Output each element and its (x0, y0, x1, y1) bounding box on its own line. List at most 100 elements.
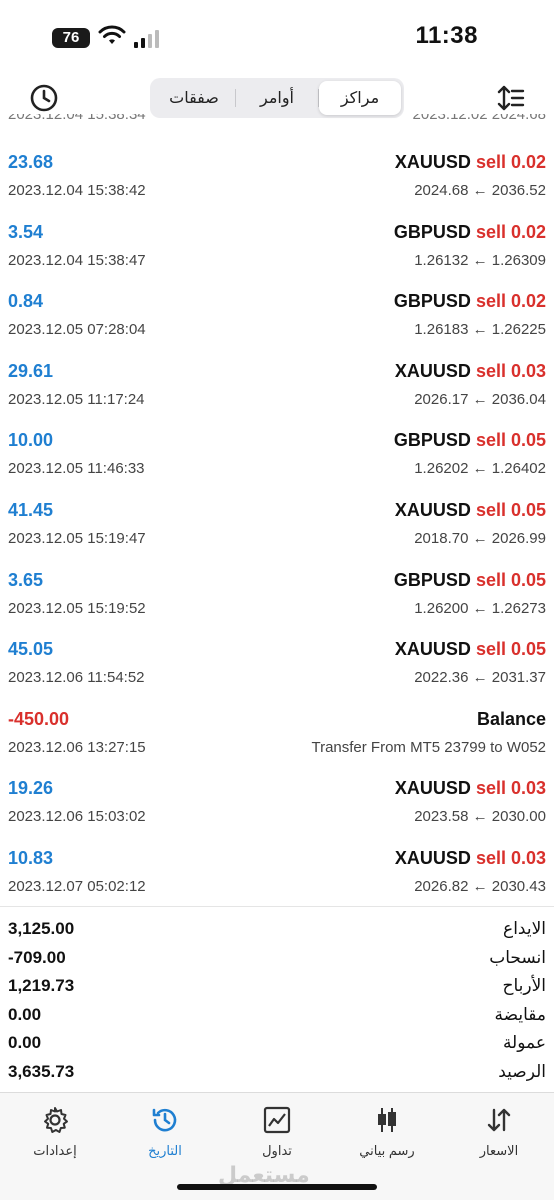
summary-label: الأرباح (502, 976, 546, 996)
deal-header: Balance (477, 709, 546, 730)
deal-profit: 3.65 (8, 569, 44, 590)
candlestick-icon (378, 1108, 396, 1132)
deal-profit: 0.84 (8, 291, 44, 312)
deal-row[interactable]: 29.61 2023.12.05 11:17:24 XAUUSD sell 0.03… (0, 359, 554, 429)
deal-prices: 1.26132 ← 1.26309 (414, 251, 546, 269)
deal-time: 2023.12.04 15:38:47 (8, 251, 146, 269)
deal-prices: 2026.17 ← 2036.04 (414, 390, 546, 408)
history-icon (152, 1108, 177, 1132)
deal-symbol: GBPUSD (393, 291, 471, 312)
deal-header: XAUUSD sell 0.03 (395, 848, 546, 869)
partial-prices: 2023.12.02 2024.68 (412, 114, 546, 123)
deal-symbol: XAUUSD (394, 778, 471, 799)
signal-icon (134, 30, 159, 48)
nav-quotes[interactable]: الاسعار (454, 1105, 544, 1159)
summary-row: 3,635.73 الرصيد (0, 1060, 554, 1089)
deal-row[interactable]: -450.00 2023.12.06 13:27:15 Balance Transfe… (0, 707, 554, 777)
summary-label: الايداع (503, 919, 546, 938)
deal-time: 2023.12.06 11:54:52 (8, 669, 145, 687)
deal-time: 2023.12.05 11:46:33 (8, 460, 145, 478)
deal-prices: 2026.82 ← 2030.43 (414, 877, 546, 895)
deal-symbol: XAUUSD (394, 152, 471, 172)
battery-indicator: 76 (52, 28, 90, 48)
deal-symbol: XAUUSD (394, 847, 471, 868)
deal-profit: 23.68 (8, 152, 54, 172)
summary-row: 0.00 عمولة (0, 1031, 554, 1060)
deal-header: GBPUSD sell 0.02 (394, 291, 546, 312)
deal-header: GBPUSD sell 0.02 (394, 222, 546, 243)
deal-prices: 2023.58 ← 2030.00 (414, 808, 546, 826)
deal-prices: 1.26183 ← 1.26225 (414, 321, 546, 339)
deal-side: sell 0.05 (475, 499, 546, 520)
partial-time: 2023.12.04 15:38:34 (8, 114, 146, 123)
deal-profit: 10.83 (8, 847, 54, 868)
clock-icon[interactable] (28, 82, 60, 114)
deal-time: 2023.12.06 15:03:02 (8, 808, 146, 826)
sort-icon[interactable] (496, 83, 526, 113)
partial-deal-row: 2023.12.04 15:38:34 2023.12.02 2024.68 (0, 114, 554, 132)
summary-label: انسحاب (489, 947, 546, 967)
deal-symbol: GBPUSD (393, 430, 471, 451)
nav-chart-label: رسم بياني (359, 1143, 415, 1158)
deal-symbol: XAUUSD (394, 360, 471, 381)
deal-symbol: XAUUSD (394, 499, 471, 520)
deal-row[interactable]: 19.26 2023.12.06 15:03:02 XAUUSD sell 0.03… (0, 776, 554, 846)
deal-profit: 3.54 (8, 221, 44, 242)
deal-time: 2023.12.05 07:28:04 (8, 321, 146, 339)
deal-time: 2023.12.05 11:17:24 (8, 390, 145, 408)
deal-header: XAUUSD sell 0.05 (395, 639, 546, 660)
deal-row[interactable]: 0.84 2023.12.05 07:28:04 GBPUSD sell 0.02 1… (0, 289, 554, 359)
deal-prices: 1.26200 ← 1.26273 (414, 599, 546, 617)
summary-row: 3,125.00 الايداع (0, 917, 554, 946)
summary-label: عمولة (502, 1033, 546, 1053)
deal-row[interactable]: 23.68 2023.12.04 15:38:42 XAUUSD sell 0.02… (0, 150, 554, 220)
deal-profit: 45.05 (8, 639, 54, 660)
deal-prices: Transfer From MT5 23799 to W052 (311, 738, 546, 756)
summary-value: 0.00 (8, 1004, 42, 1024)
deal-row[interactable]: 3.54 2023.12.04 15:38:47 GBPUSD sell 0.02 1… (0, 220, 554, 290)
deal-symbol: GBPUSD (393, 221, 471, 242)
deal-profit: 10.00 (8, 430, 54, 451)
deal-side: sell 0.02 (475, 291, 546, 312)
deal-header: XAUUSD sell 0.05 (395, 500, 546, 521)
deal-profit: -450.00 (8, 708, 70, 729)
nav-chart[interactable]: رسم بياني (342, 1105, 432, 1159)
summary-label: الرصيد (498, 1061, 546, 1081)
deal-symbol: XAUUSD (394, 639, 471, 660)
nav-quotes-label: الاسعار (479, 1143, 519, 1158)
nav-history-label: التاريخ (148, 1143, 182, 1158)
deal-side: sell 0.05 (475, 639, 546, 660)
tab-orders[interactable]: أوامر (236, 81, 318, 115)
summary-row: -709.00 انسحاب (0, 946, 554, 975)
deal-side: sell 0.03 (475, 778, 546, 799)
wifi-icon (98, 25, 126, 44)
deal-symbol: GBPUSD (393, 569, 471, 590)
deal-side: sell 0.02 (475, 221, 546, 242)
deal-time: 2023.12.05 15:19:52 (8, 599, 146, 617)
home-indicator[interactable] (177, 1184, 377, 1190)
deal-row[interactable]: 41.45 2023.12.05 15:19:47 XAUUSD sell 0.05… (0, 498, 554, 568)
deal-header: XAUUSD sell 0.03 (395, 778, 546, 799)
up-down-arrows-icon (487, 1108, 511, 1132)
deal-profit: 41.45 (8, 499, 54, 520)
nav-history[interactable]: التاريخ (120, 1105, 210, 1159)
deal-profit: 29.61 (8, 360, 54, 381)
summary-label: مقايضة (494, 1004, 546, 1024)
deal-header: GBPUSD sell 0.05 (394, 570, 546, 591)
deal-profit: 19.26 (8, 778, 54, 799)
nav-settings-label: إعدادات (33, 1143, 77, 1158)
nav-trade[interactable]: تداول (232, 1105, 322, 1159)
tab-deals[interactable]: صفقات (153, 81, 235, 115)
deal-row[interactable]: 3.65 2023.12.05 15:19:52 GBPUSD sell 0.05 1… (0, 568, 554, 638)
deal-header: GBPUSD sell 0.05 (394, 430, 546, 451)
tab-positions[interactable]: مراكز (319, 81, 401, 115)
deal-row[interactable]: 10.00 2023.12.05 11:46:33 GBPUSD sell 0.05… (0, 428, 554, 498)
nav-settings[interactable]: إعدادات (10, 1105, 100, 1159)
status-time: 11:38 (415, 22, 478, 49)
summary-value: 1,219.73 (8, 976, 75, 996)
deal-prices: 2024.68 ← 2036.52 (414, 182, 546, 199)
gear-icon (44, 1107, 68, 1133)
deal-time: 2023.12.05 15:19:47 (8, 529, 146, 547)
deal-row[interactable]: 45.05 2023.12.06 11:54:52 XAUUSD sell 0.05… (0, 637, 554, 707)
summary-value: 0.00 (8, 1033, 42, 1053)
